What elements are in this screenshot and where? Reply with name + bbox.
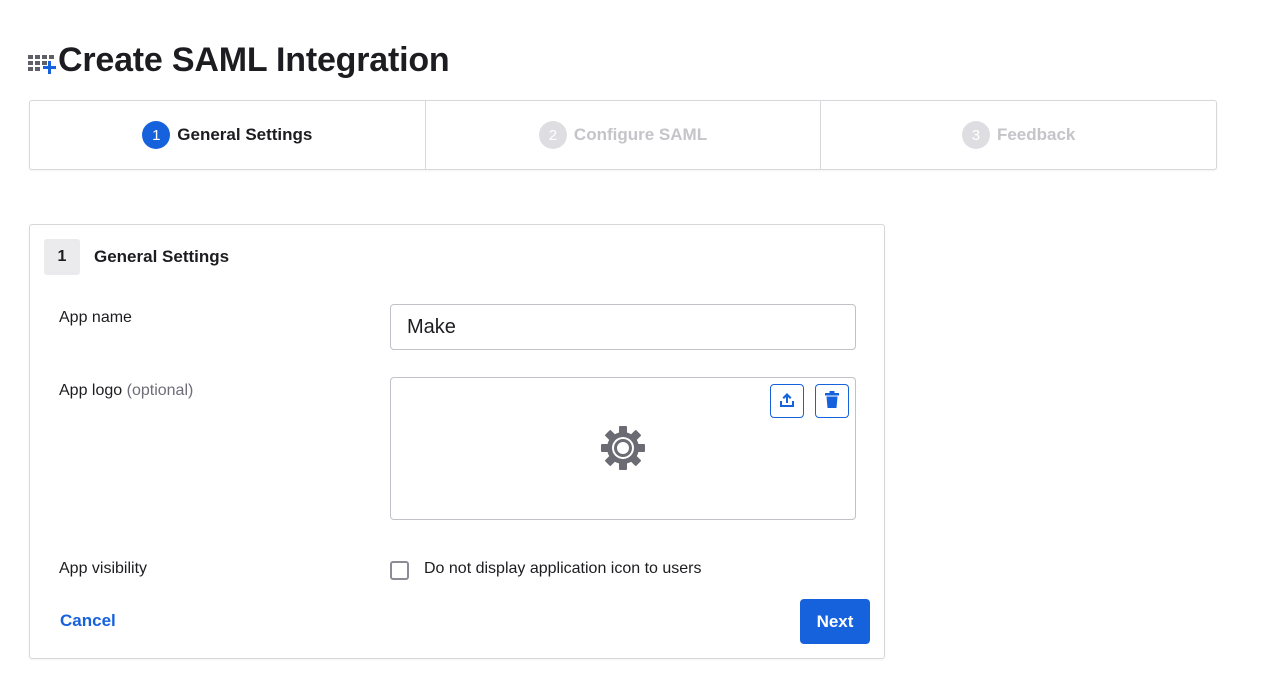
hide-app-icon-checkbox[interactable] bbox=[390, 561, 409, 580]
delete-logo-button[interactable] bbox=[815, 384, 849, 418]
app-name-label: App name bbox=[59, 309, 132, 326]
upload-logo-button[interactable] bbox=[770, 384, 804, 418]
optional-hint: (optional) bbox=[126, 382, 194, 399]
app-visibility-label: App visibility bbox=[59, 560, 148, 577]
step-general-settings[interactable]: 1 General Settings bbox=[30, 101, 425, 169]
trash-icon bbox=[824, 390, 840, 412]
page-title: Create SAML Integration bbox=[58, 40, 450, 79]
general-settings-panel: 1 General Settings App name App logo (op… bbox=[29, 224, 885, 659]
app-logo-label-text: App logo bbox=[59, 382, 123, 399]
cancel-button[interactable]: Cancel bbox=[60, 611, 116, 631]
app-logo-label: App logo (optional) bbox=[59, 382, 193, 400]
upload-icon bbox=[778, 391, 796, 412]
section-title: General Settings bbox=[94, 247, 230, 266]
app-grid-add-icon bbox=[28, 45, 56, 75]
step-configure-saml[interactable]: 2 Configure SAML bbox=[424, 101, 821, 169]
section-number-badge: 1 bbox=[44, 239, 80, 275]
step-label: General Settings bbox=[177, 125, 313, 144]
gear-icon bbox=[599, 424, 647, 472]
app-name-input[interactable] bbox=[390, 304, 856, 350]
hide-app-icon-checkbox-label[interactable]: Do not display application icon to users bbox=[424, 560, 702, 578]
wizard-stepper: 1 General Settings 2 Configure SAML 3 Fe… bbox=[29, 100, 1217, 170]
page-header: Create SAML Integration bbox=[28, 38, 450, 82]
app-logo-dropzone[interactable] bbox=[390, 377, 856, 520]
step-number-badge: 1 bbox=[142, 121, 171, 149]
step-label: Configure SAML bbox=[573, 125, 708, 144]
step-number-badge: 3 bbox=[961, 121, 990, 149]
next-button[interactable]: Next bbox=[800, 599, 870, 644]
step-number-badge: 2 bbox=[538, 121, 567, 149]
step-label: Feedback bbox=[996, 125, 1076, 144]
section-header: 1 General Settings bbox=[44, 239, 229, 275]
step-feedback[interactable]: 3 Feedback bbox=[820, 101, 1216, 169]
